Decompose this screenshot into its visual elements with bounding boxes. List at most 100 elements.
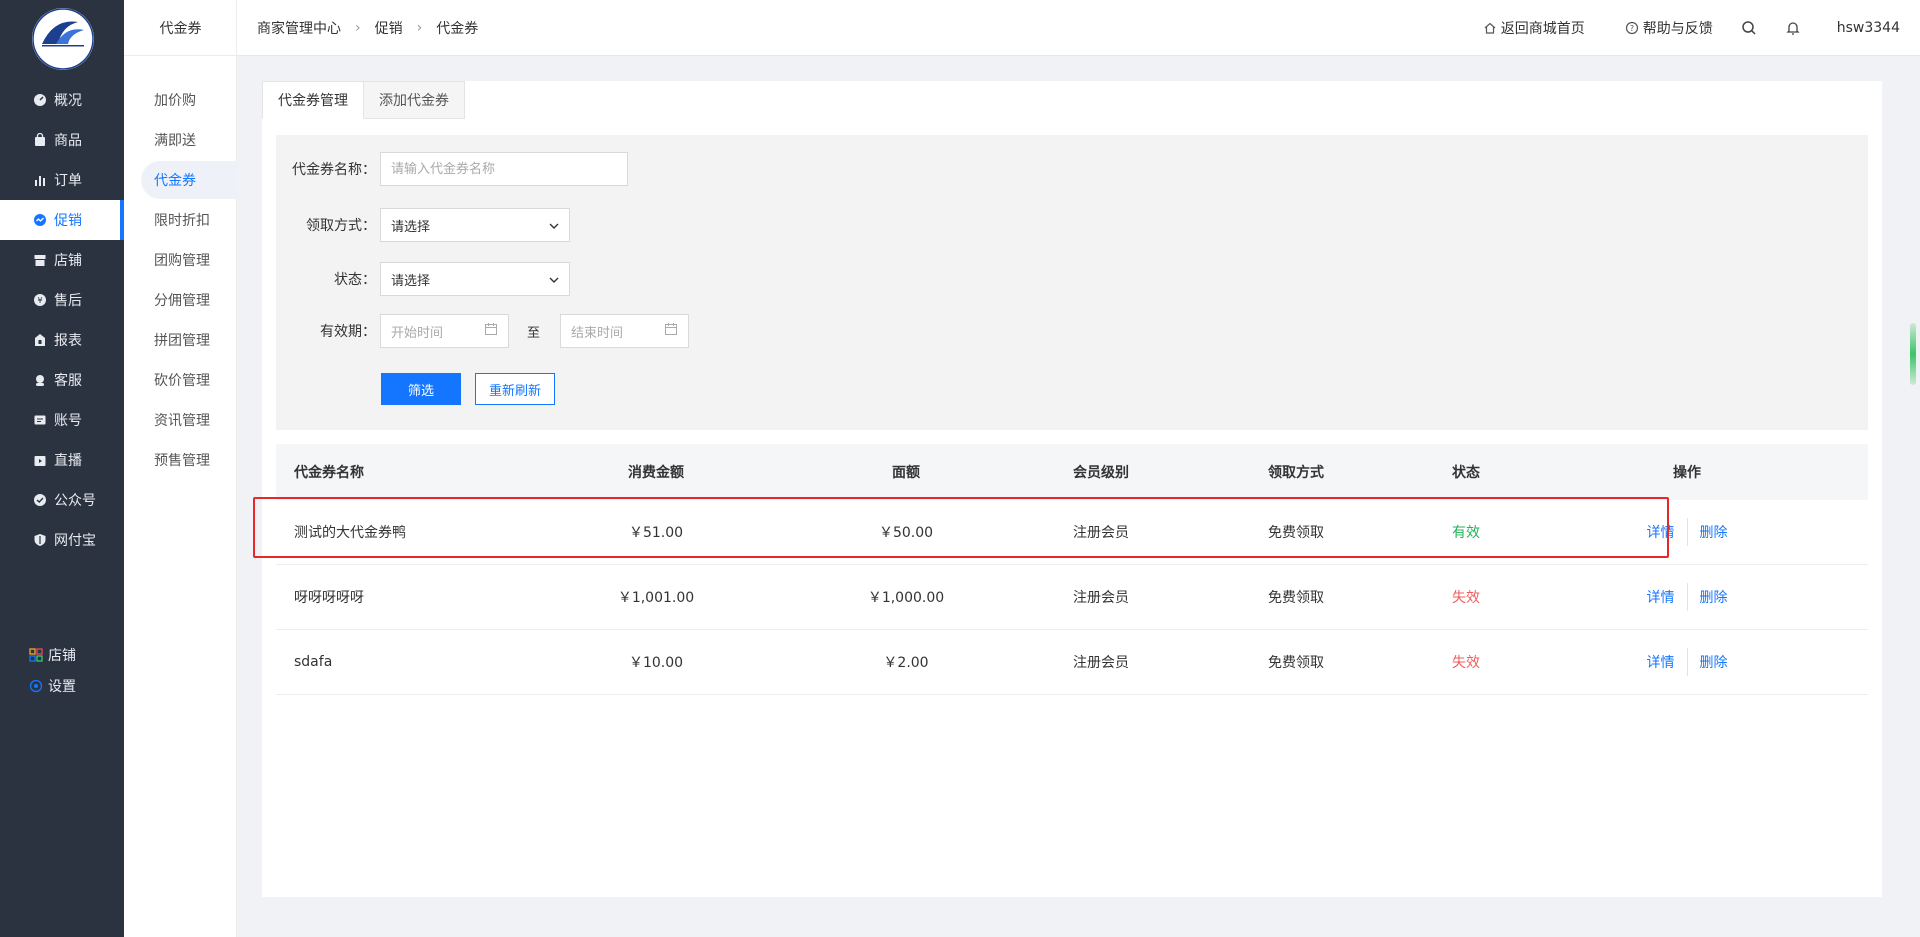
official-account-icon [32,492,48,508]
aftersale-icon: ¥ [32,292,48,308]
sidebar-item[interactable]: 直播 [0,440,124,480]
delete-link[interactable]: 删除 [1688,522,1740,542]
sub-sidebar: 代金券 加价购 满即送 代金券 限时折扣 团购管理 分佣管理 拼团管理 砍价管理 资讯管理 预售管… [124,0,237,937]
help-icon: ? [1625,21,1639,35]
brand-logo[interactable] [32,8,94,70]
svg-text:¥: ¥ [37,296,42,305]
cell-status: 失效 [1452,590,1480,606]
cell-name: sdafa [294,654,333,670]
filter-panel: 代金券名称： 领取方式： 请选择 状态： 请选择 有效期： 开始时间 至 [276,135,1868,430]
valid-period-label: 有效期： [320,324,376,340]
sidebar-bottom-label: 店铺 [48,648,76,664]
detail-link[interactable]: 详情 [1635,587,1687,607]
col-header-amount: 消费金额 [628,465,684,481]
main-panel: 代金券管理 添加代金券 代金券名称： 领取方式： 请选择 状态： 请选择 有效期… [262,81,1882,897]
sub-sidebar-item[interactable]: 预售管理 [141,441,237,479]
col-header-actions: 操作 [1673,465,1701,481]
cell-level: 注册会员 [1073,525,1129,541]
home-link[interactable]: 返回商城首页 [1483,18,1585,38]
sidebar-item[interactable]: 店铺 [0,240,124,280]
sub-sidebar-item[interactable]: 分佣管理 [141,281,237,319]
cell-level: 注册会员 [1073,655,1129,671]
sidebar-item[interactable]: 订单 [0,160,124,200]
sub-sidebar-title: 代金券 [124,0,237,56]
sidebar-item-label: 公众号 [54,493,96,509]
sidebar-item[interactable]: 商品 [0,120,124,160]
username[interactable]: hsw3344 [1837,20,1900,36]
sidebar-item[interactable]: 促销 [0,200,124,240]
sidebar-item[interactable]: ¥ 售后 [0,280,124,320]
status-label: 状态： [334,272,376,288]
promotion-icon [32,212,48,228]
bag-icon [32,132,48,148]
cell-amount: ￥10.00 [628,655,684,671]
sub-sidebar-item[interactable]: 加价购 [141,81,237,119]
filter-button[interactable]: 筛选 [381,373,461,405]
table-header: 代金券名称 消费金额 面额 会员级别 领取方式 状态 操作 [276,444,1868,500]
sidebar-item-label: 直播 [54,453,82,469]
table-row: 呀呀呀呀呀 ￥1,001.00 ￥1,000.00 注册会员 免费领取 失效 详情 删除 [276,565,1868,630]
delete-link[interactable]: 删除 [1688,652,1740,672]
detail-link[interactable]: 详情 [1635,652,1687,672]
tab-bar: 代金券管理 添加代金券 [262,81,465,119]
bell-icon[interactable] [1785,20,1801,36]
status-select[interactable]: 请选择 [380,262,570,296]
cell-actions: 详情 删除 [1506,583,1868,611]
delete-link[interactable]: 删除 [1688,587,1740,607]
sub-sidebar-item[interactable]: 团购管理 [141,241,237,279]
sub-sidebar-item[interactable]: 代金券 [141,161,237,199]
sub-sidebar-item[interactable]: 资讯管理 [141,401,237,439]
detail-link[interactable]: 详情 [1635,522,1687,542]
sidebar-item[interactable]: 公众号 [0,480,124,520]
sidebar-item[interactable]: 概况 [0,80,124,120]
sidebar-item-label: 订单 [54,173,82,189]
sidebar-bottom-label: 设置 [48,679,76,695]
end-date-placeholder: 结束时间 [571,325,624,341]
cell-value: ￥1,000.00 [867,590,945,606]
tab-add-voucher[interactable]: 添加代金券 [364,81,465,119]
chevron-right-icon: › [355,20,361,36]
sub-sidebar-item[interactable]: 拼团管理 [141,321,237,359]
breadcrumb-item[interactable]: 促销 [375,18,403,38]
cell-level: 注册会员 [1073,590,1129,606]
filter-row-method: 领取方式： 请选择 [276,208,570,242]
sidebar-item-label: 店铺 [54,253,82,269]
bar-chart-icon [32,172,48,188]
sidebar-bottom-item[interactable]: 店铺 [28,643,76,667]
store-icon [32,252,48,268]
sidebar-item[interactable]: 客服 [0,360,124,400]
cell-value: ￥50.00 [878,525,934,541]
cell-actions: 详情 删除 [1506,648,1868,676]
voucher-name-input[interactable] [380,152,628,186]
table-row: sdafa ￥10.00 ￥2.00 注册会员 免费领取 失效 详情 删除 [276,630,1868,695]
status-value: 请选择 [391,273,431,289]
sidebar-item-label: 报表 [54,333,82,349]
chevron-down-icon [549,218,559,233]
sidebar-item[interactable]: 账号 [0,400,124,440]
end-date-input[interactable]: 结束时间 [560,314,690,348]
table-row: 测试的大代金券鸭 ￥51.00 ￥50.00 注册会员 免费领取 有效 详情 删除 [276,500,1868,565]
calendar-icon [484,322,498,340]
calendar-icon [664,322,678,340]
scrollbar-thumb[interactable] [1910,323,1916,385]
sub-sidebar-item[interactable]: 限时折扣 [141,201,237,239]
col-header-name: 代金券名称 [294,465,364,481]
grid-icon [28,647,44,663]
refresh-button[interactable]: 重新刷新 [475,373,555,405]
breadcrumb-item[interactable]: 商家管理中心 [257,18,341,38]
claim-method-value: 请选择 [391,219,431,235]
sub-sidebar-item[interactable]: 满即送 [141,121,237,159]
sidebar-item[interactable]: 网付宝 [0,520,124,560]
search-icon[interactable] [1741,20,1757,36]
claim-method-select[interactable]: 请选择 [380,208,570,242]
sidebar-bottom-item[interactable]: 设置 [28,674,76,698]
tab-voucher-management[interactable]: 代金券管理 [262,81,364,119]
help-link[interactable]: ? 帮助与反馈 [1625,18,1713,38]
cell-actions: 详情 删除 [1506,518,1868,546]
voucher-name-label: 代金券名称： [292,162,376,178]
start-date-input[interactable]: 开始时间 [380,314,509,348]
sidebar-item-label: 网付宝 [54,533,96,549]
breadcrumb: 商家管理中心 › 促销 › 代金券 [257,0,478,56]
sidebar-item[interactable]: 报表 [0,320,124,360]
sub-sidebar-item[interactable]: 砍价管理 [141,361,237,399]
